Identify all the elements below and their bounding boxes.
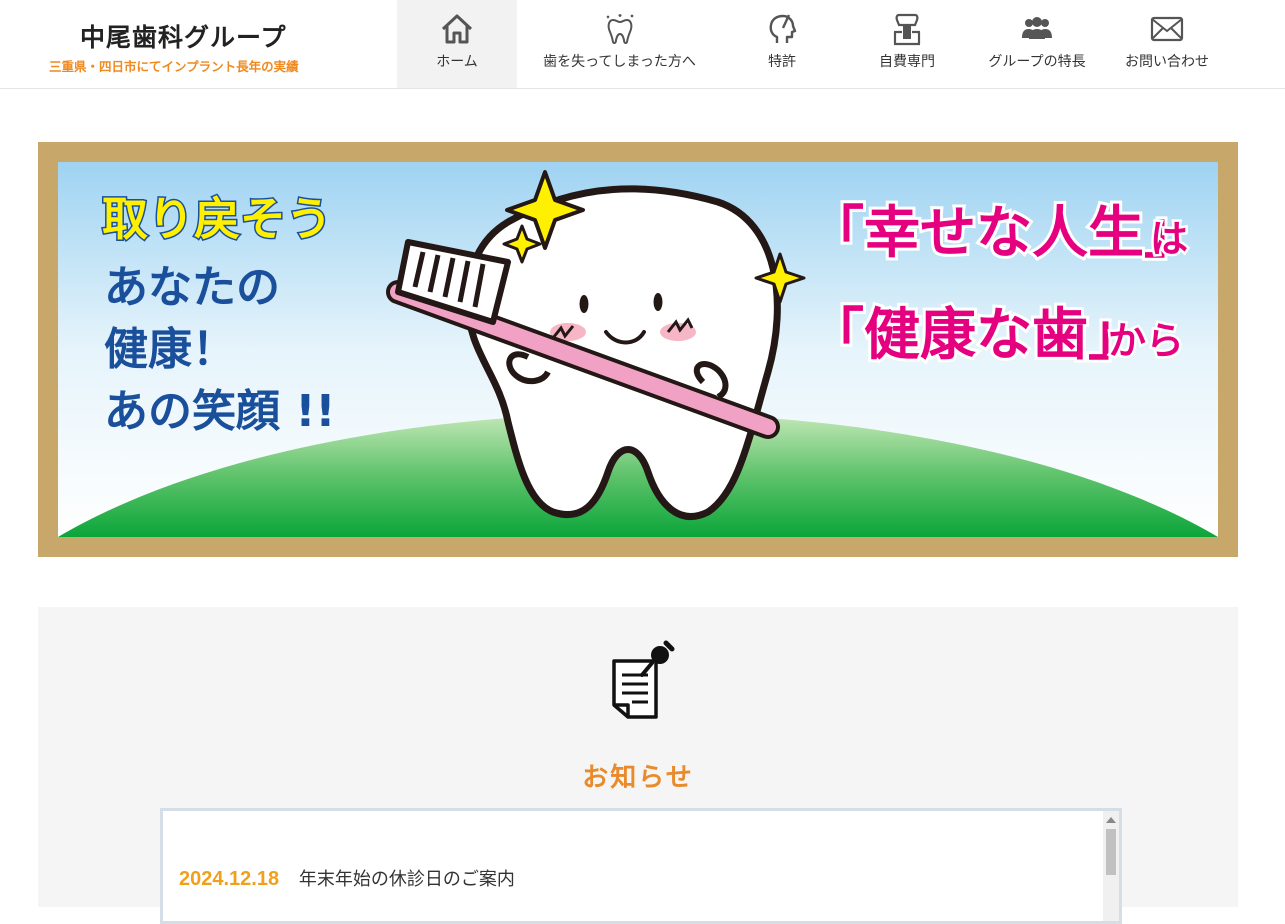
memo-pin-icon — [612, 640, 675, 719]
logo-subtitle: 三重県・四日市にてインプラント長年の実績 — [49, 59, 299, 74]
nav-label-group-features: グループの特長 — [988, 54, 1086, 70]
implant-icon — [893, 13, 921, 46]
news-date: 2024.12.18 — [179, 868, 280, 890]
nav-item-lost-teeth[interactable]: 歯を失ってしまった方へ — [517, 0, 722, 88]
hero-line-3: あの笑顔 !! — [104, 386, 335, 437]
nav-item-group-features[interactable]: グループの特長 — [972, 0, 1102, 88]
site-header: 中尾歯科グループ 三重県・四日市にてインプラント長年の実績 ホーム 歯を失ってし… — [0, 0, 1285, 89]
news-scrollbar[interactable] — [1103, 811, 1119, 921]
site-logo[interactable]: 中尾歯科グループ 三重県・四日市にてインプラント長年の実績 — [40, 12, 350, 76]
news-item[interactable]: 2024.12.18 年末年始の休診日のご案内 — [179, 865, 515, 891]
logo-title: 中尾歯科グループ — [80, 23, 287, 52]
hero-line-2: 健康！ — [104, 324, 236, 375]
nav-item-home[interactable]: ホーム — [397, 0, 517, 88]
nav-label-home: ホーム — [436, 54, 478, 70]
nav-label-contact: お問い合わせ — [1125, 54, 1209, 70]
home-icon — [441, 14, 473, 44]
tooth-icon — [606, 14, 633, 45]
nav-item-self-pay[interactable]: 自費専門 — [842, 0, 972, 88]
hero-illustration: 取り戻そう あなたの 健康！ あの笑顔 !! 「幸せな人生」 は 「健康な歯」 … — [58, 162, 1218, 537]
nav-item-patent[interactable]: 特許 — [722, 0, 842, 88]
hero-slogan-line1-suffix: は — [1150, 217, 1188, 261]
scroll-thumb[interactable] — [1106, 829, 1116, 875]
news-list[interactable]: 2024.12.18 年末年始の休診日のご案内 — [160, 808, 1122, 924]
notice-section: お知らせ 2024.12.18 年末年始の休診日のご案内 — [38, 607, 1238, 924]
patent-head-icon — [769, 14, 797, 43]
nav-label-lost-teeth: 歯を失ってしまった方へ — [543, 54, 696, 70]
mail-icon — [1150, 16, 1184, 42]
nav-label-self-pay: 自費専門 — [879, 54, 935, 70]
nav-item-contact[interactable]: お問い合わせ — [1102, 0, 1232, 88]
scroll-up-arrow-icon[interactable] — [1106, 817, 1116, 823]
notice-title: お知らせ — [582, 763, 694, 793]
hero-slogan-line1: 「幸せな人生」 — [808, 201, 1200, 266]
nav-label-patent: 特許 — [768, 54, 796, 70]
hero-slogan-line2: 「健康な歯」 — [808, 303, 1144, 368]
hero-headline-yellow: 取り戻そう — [102, 192, 332, 246]
group-people-icon — [1022, 17, 1052, 39]
news-title-link[interactable]: 年末年始の休診日のご案内 — [299, 869, 515, 890]
hero-slogan-line2-suffix: から — [1108, 319, 1184, 363]
hero-banner[interactable]: 取り戻そう あなたの 健康！ あの笑顔 !! 「幸せな人生」 は 「健康な歯」 … — [38, 142, 1238, 557]
hero-line-1: あなたの — [104, 262, 280, 313]
